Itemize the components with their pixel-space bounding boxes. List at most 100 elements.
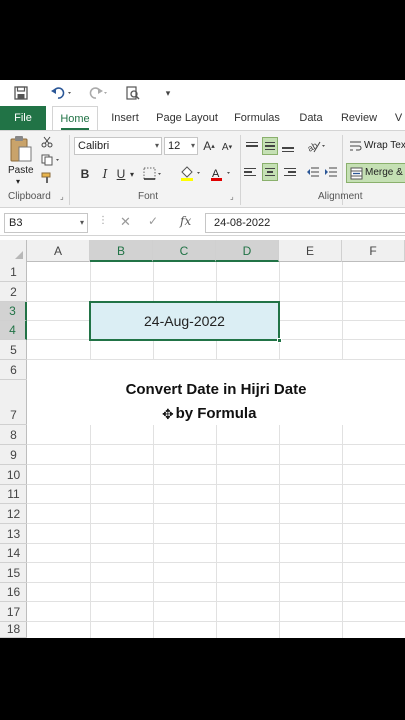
underline-button[interactable]: U [114, 165, 128, 183]
formula-input[interactable]: 24-08-2022 [205, 213, 405, 233]
grow-font-icon[interactable]: A ▴ [202, 137, 216, 155]
redo-icon[interactable] [84, 84, 112, 102]
print-preview-icon[interactable] [124, 84, 142, 102]
merge-icon [349, 166, 363, 180]
tab-view[interactable]: V [392, 106, 405, 130]
insert-function-icon[interactable]: fx [180, 214, 191, 228]
top-align-button[interactable] [244, 137, 260, 155]
more-options-icon[interactable]: ⋮ [98, 215, 108, 226]
excel-window: ▾ File Home Insert Page Layout Formulas … [0, 80, 405, 638]
merge-center-button[interactable]: Merge & [346, 163, 405, 183]
row-header[interactable]: 7 [0, 380, 27, 425]
fill-color-icon[interactable] [178, 165, 204, 183]
title-line-2[interactable]: by Formula [27, 405, 405, 422]
shrink-font-icon[interactable]: A ▾ [220, 138, 234, 156]
cut-icon[interactable] [40, 135, 54, 149]
ribbon: Paste ▾ Clipboard ⌟ Calibri ▾ 12 ▾ A ▴ A ▾… [0, 130, 405, 208]
row-header[interactable]: 9 [0, 445, 27, 465]
row-header[interactable]: 11 [0, 485, 27, 504]
grid-line [27, 601, 405, 602]
row-header[interactable]: 15 [0, 563, 27, 583]
chevron-down-icon[interactable]: ▾ [128, 165, 136, 183]
select-all-button[interactable] [0, 240, 27, 262]
row-header[interactable]: 13 [0, 524, 27, 544]
grid-line [27, 562, 405, 563]
bold-button[interactable]: B [78, 165, 92, 183]
worksheet-grid: A B C D E F 1 2 3 4 5 6 7 8 9 10 11 12 1… [0, 240, 405, 638]
decrease-indent-icon[interactable] [305, 163, 321, 181]
enter-icon[interactable]: ✓ [148, 214, 158, 228]
row-header[interactable]: 14 [0, 544, 27, 563]
row-header[interactable]: 5 [0, 340, 27, 360]
column-header[interactable]: C [153, 240, 216, 262]
row-header[interactable]: 17 [0, 602, 27, 622]
selected-merged-cell[interactable]: 24-Aug-2022 [89, 301, 280, 341]
column-header[interactable]: F [342, 240, 405, 262]
grid-line [27, 281, 405, 282]
row-header[interactable]: 1 [0, 262, 27, 282]
clipboard-group-label: Clipboard [8, 191, 51, 202]
wrap-text-icon[interactable] [348, 137, 362, 155]
grid-line [27, 503, 405, 504]
customize-icon[interactable]: ▾ [162, 84, 174, 102]
column-headers: A B C D E F [0, 240, 405, 262]
font-launcher-icon[interactable]: ⌟ [230, 192, 234, 201]
tab-home[interactable]: Home [52, 106, 98, 130]
font-name-value: Calibri [78, 140, 110, 152]
bottom-align-button[interactable] [280, 139, 296, 157]
grid-line [27, 523, 405, 524]
grid-line [27, 444, 405, 445]
column-header[interactable]: D [216, 240, 279, 262]
grid-line [27, 582, 405, 583]
chevron-down-icon: ▾ [190, 141, 195, 150]
title-line-1[interactable]: Convert Date in Hijri Date [27, 381, 405, 398]
row-header[interactable]: 4 [0, 321, 27, 340]
group-separator [240, 135, 241, 205]
font-size-combo[interactable]: 12 ▾ [164, 137, 198, 155]
row-header[interactable]: 2 [0, 282, 27, 302]
column-header[interactable]: A [27, 240, 90, 262]
orientation-icon[interactable]: ab [305, 137, 329, 155]
ribbon-tabs: File Home Insert Page Layout Formulas Da… [0, 106, 405, 130]
copy-icon[interactable] [40, 153, 62, 167]
cells-area[interactable]: Convert Date in Hijri Date by Formula ✥ … [27, 262, 405, 638]
row-header[interactable]: 16 [0, 583, 27, 602]
name-box[interactable]: B3 ▾ [4, 213, 88, 233]
paste-icon[interactable] [8, 135, 34, 163]
row-header[interactable]: 3 [0, 302, 27, 321]
grid-line [27, 621, 405, 622]
cancel-icon[interactable]: ✕ [120, 214, 131, 230]
font-name-combo[interactable]: Calibri ▾ [74, 137, 162, 155]
tab-file[interactable]: File [0, 106, 46, 130]
save-icon[interactable] [12, 84, 30, 102]
font-color-icon[interactable]: A [208, 165, 234, 183]
row-header[interactable]: 8 [0, 425, 27, 445]
row-header[interactable]: 18 [0, 622, 27, 638]
column-header[interactable]: B [90, 240, 153, 262]
align-center-button[interactable] [262, 163, 278, 181]
tab-review[interactable]: Review [338, 106, 380, 130]
row-header[interactable]: 12 [0, 504, 27, 524]
paste-dropdown-icon[interactable]: ▾ [16, 177, 20, 186]
chevron-down-icon: ▾ [154, 141, 159, 150]
tab-insert[interactable]: Insert [106, 106, 144, 130]
clipboard-launcher-icon[interactable]: ⌟ [60, 192, 64, 201]
name-box-value: B3 [9, 217, 23, 229]
italic-button[interactable]: I [98, 165, 112, 183]
paste-button-label[interactable]: Paste [8, 165, 34, 176]
tab-page-layout[interactable]: Page Layout [154, 106, 220, 130]
row-header[interactable]: 10 [0, 465, 27, 485]
align-left-button[interactable] [244, 163, 260, 181]
format-painter-icon[interactable] [40, 171, 54, 185]
fill-handle[interactable] [277, 338, 282, 343]
row-header[interactable]: 6 [0, 360, 27, 380]
tab-data[interactable]: Data [294, 106, 328, 130]
column-header[interactable]: E [279, 240, 342, 262]
increase-indent-icon[interactable] [323, 163, 339, 181]
middle-align-button[interactable] [262, 137, 278, 155]
undo-icon[interactable] [48, 84, 76, 102]
borders-icon[interactable] [142, 165, 164, 183]
align-right-button[interactable] [280, 163, 296, 181]
wrap-text-button[interactable]: Wrap Tex [364, 140, 405, 151]
tab-formulas[interactable]: Formulas [230, 106, 284, 130]
